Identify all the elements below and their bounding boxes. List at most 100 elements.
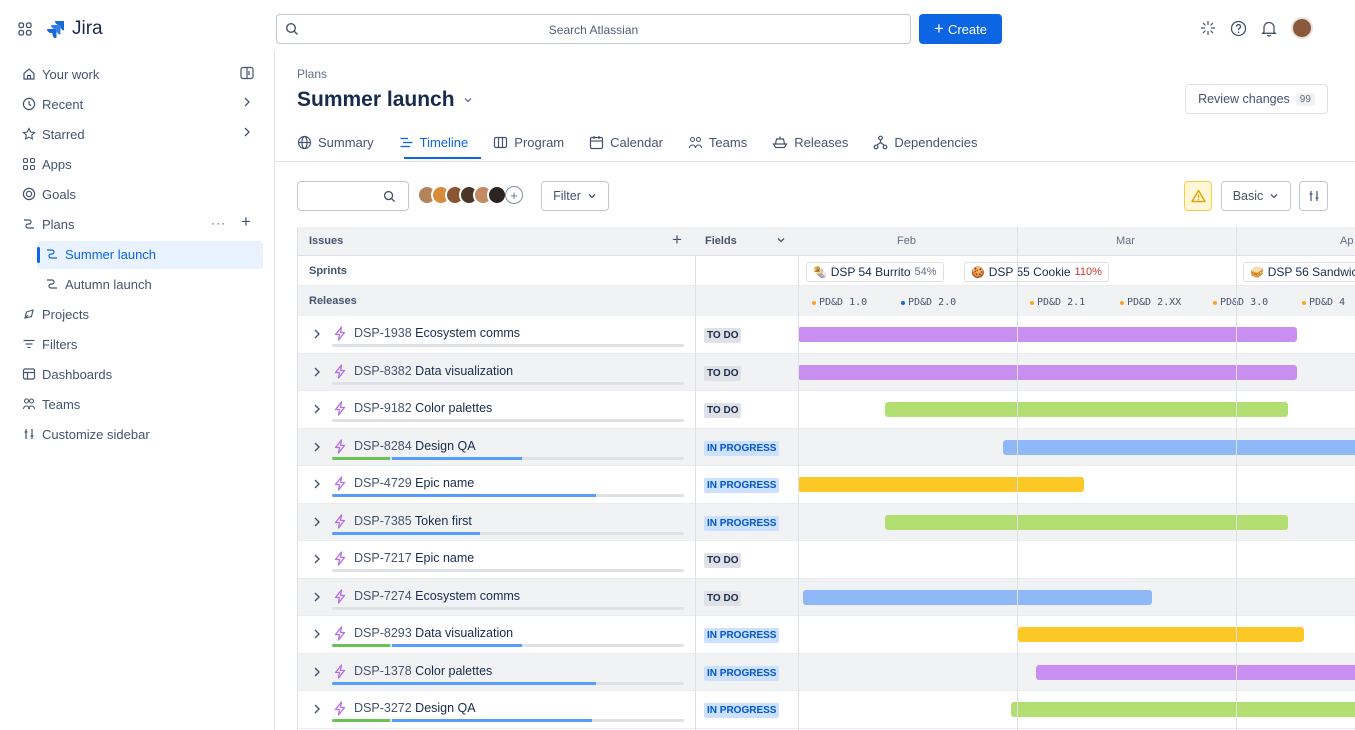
issue-row[interactable]: DSP-9182 Color palettes TO DO [298,391,1355,429]
status-lozenge[interactable]: IN PROGRESS [704,665,780,681]
issue-row[interactable]: DSP-4729 Epic name IN PROGRESS [298,466,1355,504]
add-assignee-icon[interactable]: + [505,186,523,204]
release-marker[interactable]: PD&D 2.0 [901,297,956,308]
create-button[interactable]: + Create [919,14,1002,44]
app-switcher-icon[interactable] [18,22,32,36]
expand-chevron-icon[interactable] [313,403,321,415]
status-lozenge[interactable]: TO DO [704,365,742,381]
release-marker[interactable]: PD&D 4 [1302,297,1345,308]
issue-title[interactable]: DSP-8284 Design QA [354,439,476,453]
timeline-bar[interactable] [1018,627,1304,642]
view-mode-dropdown[interactable]: Basic [1221,181,1291,211]
fields-column-header[interactable]: Fields [705,235,737,247]
fields-column-divider[interactable] [798,256,799,730]
tab-calendar[interactable]: Calendar [589,130,663,154]
sidebar-item-your-work[interactable]: Your work [22,62,99,86]
ai-sparkle-icon[interactable] [1200,20,1216,36]
timeline-bar[interactable] [803,589,1152,605]
expand-chevron-icon[interactable] [313,553,321,565]
issue-title[interactable]: DSP-1378 Color palettes [354,664,492,678]
status-lozenge[interactable]: TO DO [704,590,742,606]
tab-program[interactable]: Program [493,130,564,154]
expand-chevron-icon[interactable] [313,366,321,378]
app-logo[interactable]: Jira [18,18,103,40]
review-changes-button[interactable]: Review changes 99 [1185,84,1328,114]
issue-title[interactable]: DSP-9182 Color palettes [354,401,492,415]
issue-title[interactable]: DSP-7274 Ecosystem comms [354,589,520,603]
issue-row[interactable]: DSP-7274 Ecosystem comms TO DO [298,578,1355,616]
issue-row[interactable]: DSP-8293 Data visualization IN PROGRESS [298,616,1355,654]
user-avatar[interactable] [1291,17,1313,39]
sprint-chip[interactable]: 🥪 DSP 56 Sandwich [1243,262,1355,282]
timeline-bar[interactable] [1036,664,1355,680]
avatar[interactable] [487,185,507,205]
sidebar-item-starred[interactable]: Starred [22,122,85,146]
expand-chevron-icon[interactable] [313,328,321,340]
sidebar-item-summer-launch[interactable]: Summer launch [45,242,156,266]
add-plan-icon[interactable]: + [241,212,251,232]
tab-dependencies[interactable]: Dependencies [873,130,978,154]
sidebar-item-teams[interactable]: Teams [22,392,80,416]
chevron-down-icon[interactable] [463,96,473,104]
status-lozenge[interactable]: IN PROGRESS [704,478,780,493]
timeline-bar[interactable] [1011,702,1355,717]
timeline-bar[interactable] [885,514,1288,530]
issue-row[interactable]: DSP-1938 Ecosystem comms TO DO [298,316,1355,354]
issue-title[interactable]: DSP-7385 Token first [354,514,472,528]
timeline-bar[interactable] [885,402,1288,417]
sidebar-item-apps[interactable]: Apps [22,152,72,176]
more-actions-icon[interactable]: ··· [211,216,226,230]
sidebar-item-customize[interactable]: Customize sidebar [22,422,150,446]
issue-title[interactable]: DSP-4729 Epic name [354,476,474,490]
issue-title[interactable]: DSP-3272 Design QA [354,701,476,715]
tab-releases[interactable]: Releases [772,130,848,154]
collapse-sidebar-icon[interactable] [240,66,254,80]
assignee-avatar-group[interactable]: + [417,185,523,205]
sidebar-item-projects[interactable]: Projects [22,302,89,326]
view-settings-button[interactable] [1299,181,1328,211]
issue-title[interactable]: DSP-7217 Epic name [354,551,474,565]
status-lozenge[interactable]: IN PROGRESS [704,440,780,456]
status-lozenge[interactable]: TO DO [704,553,742,568]
status-lozenge[interactable]: TO DO [704,403,742,418]
sidebar-item-autumn-launch[interactable]: Autumn launch [45,272,152,296]
sidebar-item-goals[interactable]: Goals [22,182,76,206]
issue-title[interactable]: DSP-8293 Data visualization [354,626,513,640]
expand-chevron-icon[interactable] [313,666,321,678]
issue-title[interactable]: DSP-1938 Ecosystem comms [354,326,520,340]
chevron-right-icon[interactable] [243,126,251,138]
issue-row[interactable]: DSP-7217 Epic name TO DO [298,541,1355,579]
issue-row[interactable]: DSP-8284 Design QA IN PROGRESS [298,428,1355,466]
issue-row[interactable]: DSP-1378 Color palettes IN PROGRESS [298,653,1355,691]
tab-teams[interactable]: Teams [688,130,747,154]
issue-row[interactable]: DSP-8382 Data visualization TO DO [298,353,1355,391]
timeline-bar[interactable] [1003,439,1355,455]
release-marker[interactable]: PD&D 2.XX [1120,297,1181,308]
status-lozenge[interactable]: IN PROGRESS [704,515,780,531]
timeline-bar[interactable] [798,477,1084,492]
timeline-search-input[interactable] [297,181,409,211]
help-icon[interactable] [1230,20,1247,37]
sidebar-item-recent[interactable]: Recent [22,92,83,116]
notifications-bell-icon[interactable] [1261,20,1277,37]
search-input[interactable]: Search Atlassian [276,14,911,44]
tab-summary[interactable]: Summary [297,130,374,154]
chevron-right-icon[interactable] [243,96,251,108]
warning-button[interactable] [1184,181,1212,211]
issue-row[interactable]: DSP-7385 Token first IN PROGRESS [298,503,1355,541]
expand-chevron-icon[interactable] [313,441,321,453]
release-marker[interactable]: PD&D 3.0 [1213,297,1268,308]
sprint-chip[interactable]: 🌯 DSP 54 Burrito 54% [806,262,944,282]
breadcrumb[interactable]: Plans [297,67,327,81]
sidebar-item-plans[interactable]: Plans [22,212,75,236]
issue-title[interactable]: DSP-8382 Data visualization [354,364,513,378]
add-issue-icon[interactable]: + [672,230,682,250]
expand-chevron-icon[interactable] [313,628,321,640]
status-lozenge[interactable]: IN PROGRESS [704,703,780,718]
sidebar-item-dashboards[interactable]: Dashboards [22,362,112,386]
expand-chevron-icon[interactable] [313,478,321,490]
timeline-bar[interactable] [798,327,1297,342]
tab-timeline[interactable]: Timeline [399,130,468,154]
sidebar-item-filters[interactable]: Filters [22,332,77,356]
release-marker[interactable]: PD&D 1.0 [812,297,867,308]
